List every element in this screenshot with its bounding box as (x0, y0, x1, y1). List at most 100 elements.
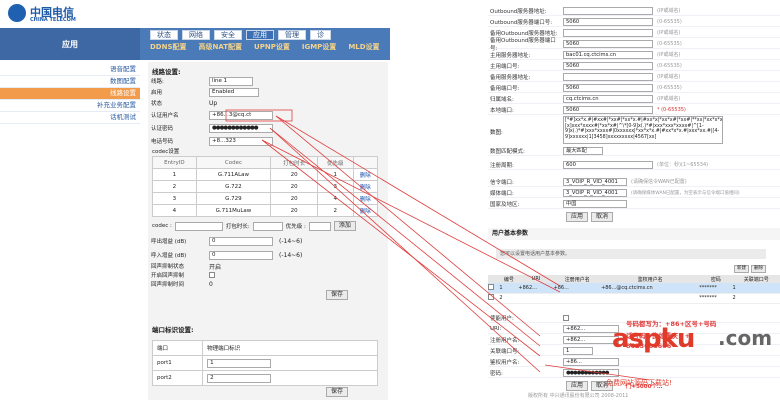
hint: (IP或域名) (657, 30, 681, 36)
password-label: 密码: (490, 370, 503, 377)
media-port-select[interactable]: 3_VOIP_R_VID_4001 (563, 188, 627, 197)
uri-label: URI: (490, 325, 502, 332)
ua-header-auth: 鉴权用户名 (601, 275, 700, 283)
tab-diagnose[interactable]: 诊 (310, 30, 331, 40)
auth-pass-input[interactable]: ●●●●●●●●●●●● (209, 123, 273, 133)
sidebar-item-dialmap[interactable]: 数图配置 (0, 76, 140, 88)
sidebar-item-phone-test[interactable]: 话机测试 (0, 112, 140, 124)
watermark-logo: aspku (612, 324, 695, 354)
port-header-row: 端口 物理端口标识 (151, 340, 378, 356)
tab-security[interactable]: 安全 (214, 30, 242, 40)
backup-port-input[interactable]: 5060 (563, 83, 653, 92)
row-checkbox[interactable] (488, 294, 494, 300)
enable-select[interactable]: Enabled (209, 87, 259, 97)
backup-outbound-server-input[interactable] (563, 28, 653, 37)
ua-table: 编号 URI 注册用户名 鉴权用户名 密码 关联端口号 1 +862... +8… (488, 275, 780, 304)
ua-auth (601, 293, 700, 304)
table-row[interactable]: 1 +862... +86... +86...@cq.ctcims.cn ***… (488, 283, 780, 294)
delete-button[interactable]: 删除 (751, 265, 766, 273)
port-id-input[interactable]: 2 (207, 373, 272, 383)
dialmap-textarea[interactable]: [*#]xx*x.#|#xx#|*xx#|*xx*x.#|#xx*x|*xx*x… (563, 116, 723, 144)
prio-select[interactable] (308, 221, 331, 231)
ptime-select[interactable] (252, 221, 283, 231)
form-row: 主用端口号: 5060 (0-65535) (488, 61, 780, 71)
sidebar-item-supplementary[interactable]: 补充业务配置 (0, 100, 140, 112)
ua-hint: 您可以设置电话用户基本参数。 (496, 249, 766, 259)
hint: (0-65535) (657, 84, 682, 91)
ua-apply-button[interactable]: 应用 (566, 381, 589, 391)
table-row: port1 1 (151, 355, 378, 371)
add-codec-button[interactable]: 添加 (333, 221, 356, 231)
line-select[interactable]: line 1 (209, 76, 253, 86)
primary-server-input[interactable]: bac01.cq.ctcims.cn (563, 50, 653, 59)
subtab-upnp[interactable]: UPNP设置 (254, 42, 290, 52)
assoc-port-select[interactable]: 1 (563, 346, 593, 355)
local-port-input[interactable]: 5060 (563, 105, 653, 114)
codec-delete-link[interactable]: 删除 (360, 209, 371, 215)
sidebar-item-voice[interactable]: 语音配置 (0, 64, 140, 76)
ua-section-title: 用户基本参数 (488, 228, 780, 240)
codec-delete-link[interactable]: 删除 (360, 173, 371, 179)
sidebar-item-line[interactable]: 线路设置 (0, 88, 140, 100)
cancel-button[interactable]: 取消 (591, 212, 614, 222)
hint: (请确保信令WAN已配置) (631, 179, 687, 185)
backup-outbound-port-input[interactable]: 5060 (563, 39, 653, 48)
backup-server-label: 备用服务器地址: (490, 74, 531, 81)
apply-bar: 应用 取消 (566, 212, 614, 222)
echo-enable-checkbox[interactable] (209, 272, 215, 278)
primary-server-label: 主用服务器地址: (490, 52, 531, 59)
apply-button[interactable]: 应用 (566, 212, 589, 222)
echo-time-label: 回声抑制时间 (151, 282, 185, 288)
line-row: 线路: line 1 (151, 76, 253, 86)
reg-period-input[interactable]: 600 (563, 160, 653, 169)
ua-num: 1 (499, 283, 519, 294)
codec-ptime: 20 (270, 168, 318, 181)
dialmode-select[interactable]: 最大匹配 (563, 146, 603, 155)
outbound-server-label: Outbound服务器地址: (490, 8, 547, 15)
window-gap (390, 0, 488, 400)
row-checkbox[interactable] (488, 283, 494, 290)
country-select[interactable]: 中国 (563, 199, 627, 208)
auth-user-input[interactable]: +86...3@cq.ct (209, 110, 273, 120)
save-line-button[interactable]: 保存 (326, 290, 349, 300)
port-name: port2 (151, 370, 204, 386)
tx-gain-range: (-14~6) (279, 237, 303, 245)
subtab-igmp[interactable]: IGMP设置 (302, 42, 336, 52)
outbound-server-input[interactable] (563, 6, 653, 15)
codec-delete-link[interactable]: 删除 (360, 197, 371, 203)
country-label: 国家及地区: (490, 201, 520, 208)
tx-gain-input[interactable]: 0 (209, 236, 273, 246)
ua-user (553, 293, 602, 304)
backup-server-input[interactable] (563, 72, 653, 81)
new-button[interactable]: 新建 (734, 265, 749, 273)
codec-select[interactable] (174, 221, 223, 231)
subtab-ddns[interactable]: DDNS配置 (150, 42, 187, 52)
table-row: 3 G.729 20 4 删除 (152, 192, 379, 205)
codec-header-ptime: 打包时长 (270, 156, 318, 169)
port-header-id: 物理端口标识 (202, 340, 378, 356)
echo-status-label: 回声抑制状态 (151, 264, 185, 270)
line-settings-title: 线路设置: (152, 68, 181, 76)
port-settings-title: 端口标识设置: (152, 326, 194, 334)
tab-status[interactable]: 状态 (150, 30, 178, 40)
subtab-mld[interactable]: MLD设置 (348, 42, 379, 52)
primary-port-input[interactable]: 5060 (563, 61, 653, 70)
enable-user-checkbox[interactable] (563, 314, 569, 321)
tab-management[interactable]: 管理 (278, 30, 306, 40)
dialmode-label: 数图匹配模式: (490, 148, 525, 155)
codec-header-prio: 优先级 (316, 156, 354, 169)
rx-gain-input[interactable]: 0 (209, 250, 273, 260)
tab-network[interactable]: 网络 (182, 30, 210, 40)
save-port-button[interactable]: 保存 (326, 387, 349, 397)
subtab-nat[interactable]: 高级NAT配置 (199, 42, 243, 52)
logo-en: CHINA TELECOM (30, 17, 76, 23)
port-id-input[interactable]: 1 (207, 358, 272, 368)
codec-delete-link[interactable]: 删除 (360, 185, 371, 191)
sig-port-select[interactable]: 3_VOIP_R_VID_4001 (563, 177, 627, 186)
table-row: 2 G.722 20 3 删除 (152, 180, 379, 193)
outbound-port-input[interactable]: 5060 (563, 17, 653, 26)
home-domain-input[interactable]: cq.ctcims.cn (563, 94, 653, 103)
phone-input[interactable]: +8...323 (209, 136, 273, 146)
table-row[interactable]: 2 ******* 2 (488, 293, 780, 304)
tab-application[interactable]: 应用 (246, 30, 274, 40)
